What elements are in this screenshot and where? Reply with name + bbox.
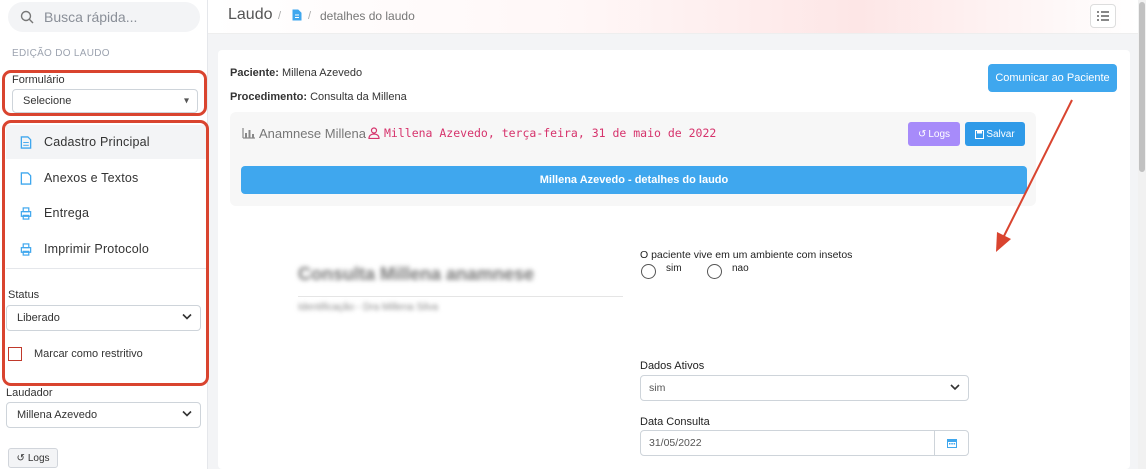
document-icon[interactable] xyxy=(292,9,302,21)
scrollbar-thumb[interactable] xyxy=(1139,2,1145,172)
save-button-label: Salvar xyxy=(986,128,1015,140)
logs-label: Logs xyxy=(27,452,50,464)
dados-ativos-select[interactable]: sim xyxy=(640,375,969,401)
user-doctor-icon xyxy=(368,127,380,139)
sidebar-logs-button[interactable]: ↺ Logs xyxy=(8,448,58,468)
radio-nao[interactable] xyxy=(707,264,722,279)
patient-value: Millena Azevedo xyxy=(281,67,363,79)
history-icon: ↺ xyxy=(917,128,927,140)
logs-button[interactable]: ↺ Logs xyxy=(908,122,960,146)
list-menu-button[interactable] xyxy=(1090,4,1116,28)
chevron-down-icon xyxy=(182,410,192,421)
radio-nao-label: nao xyxy=(732,263,749,274)
breadcrumb-separator: / xyxy=(278,10,282,22)
search-input[interactable] xyxy=(44,9,184,25)
insect-question: O paciente vive em um ambiente com inset… xyxy=(640,249,853,261)
laudador-value: Millena Azevedo xyxy=(17,409,98,421)
dados-ativos-value: sim xyxy=(649,382,666,394)
data-consulta-label: Data Consulta xyxy=(640,416,710,428)
procedure-key: Procedimento: xyxy=(230,91,308,103)
procedure-value: Consulta da Millena xyxy=(310,91,407,103)
breadcrumb-separator: / xyxy=(308,10,312,22)
history-icon: ↺ xyxy=(16,452,25,464)
breadcrumb-current: detalhes do laudo xyxy=(320,9,415,23)
section-title: EDIÇÃO DO LAUDO xyxy=(12,48,110,59)
logs-button-label: Logs xyxy=(928,128,951,140)
dados-ativos-label: Dados Ativos xyxy=(640,360,705,372)
panel-title-text: Anamnese Millena xyxy=(259,126,366,141)
anamnese-panel: Anamnese Millena Millena Azevedo, terça-… xyxy=(230,112,1036,206)
sidebar: EDIÇÃO DO LAUDO Formulário Selecione ▾ C… xyxy=(0,0,209,469)
radio-sim-label: sim xyxy=(666,263,682,274)
procedure-line: Procedimento: Consulta da Millena xyxy=(230,91,407,103)
search-bar[interactable] xyxy=(8,2,200,32)
list-icon xyxy=(1097,11,1109,21)
chevron-down-icon xyxy=(950,382,960,394)
data-consulta-value: 31/05/2022 xyxy=(649,437,702,449)
main-card: Paciente: Millena Azevedo Procedimento: … xyxy=(218,50,1130,469)
chart-icon xyxy=(242,128,255,139)
blurred-heading: Consulta Millena anamnese xyxy=(298,264,535,284)
save-button[interactable]: Salvar xyxy=(965,122,1025,146)
radio-sim[interactable] xyxy=(641,264,656,279)
highlight-box xyxy=(2,120,209,386)
data-consulta-input[interactable]: 31/05/2022 xyxy=(640,430,969,456)
patient-line: Paciente: Millena Azevedo xyxy=(230,67,362,79)
app-root: EDIÇÃO DO LAUDO Formulário Selecione ▾ C… xyxy=(0,0,1146,469)
panel-title: Anamnese Millena xyxy=(242,126,366,141)
save-icon xyxy=(975,129,985,139)
laudador-select[interactable]: Millena Azevedo xyxy=(6,402,201,428)
highlight-box xyxy=(2,70,207,116)
detail-bar-button[interactable]: Millena Azevedo - detalhes do laudo xyxy=(241,166,1027,194)
divider xyxy=(298,296,623,297)
blurred-subtext: Identificação - Dra Millena Silva xyxy=(298,302,439,313)
laudador-label: Laudador xyxy=(6,387,53,399)
page-title[interactable]: Laudo xyxy=(228,6,273,24)
topbar: Laudo / / detalhes do laudo xyxy=(208,0,1138,34)
search-icon xyxy=(20,10,34,24)
panel-subtitle-text: Millena Azevedo, terça-feira, 31 de maio… xyxy=(384,126,717,140)
patient-key: Paciente: xyxy=(230,67,279,79)
communicate-button[interactable]: Comunicar ao Paciente xyxy=(988,64,1117,92)
panel-subtitle: Millena Azevedo, terça-feira, 31 de maio… xyxy=(368,126,716,140)
calendar-button[interactable] xyxy=(934,431,968,455)
calendar-icon xyxy=(946,439,957,448)
